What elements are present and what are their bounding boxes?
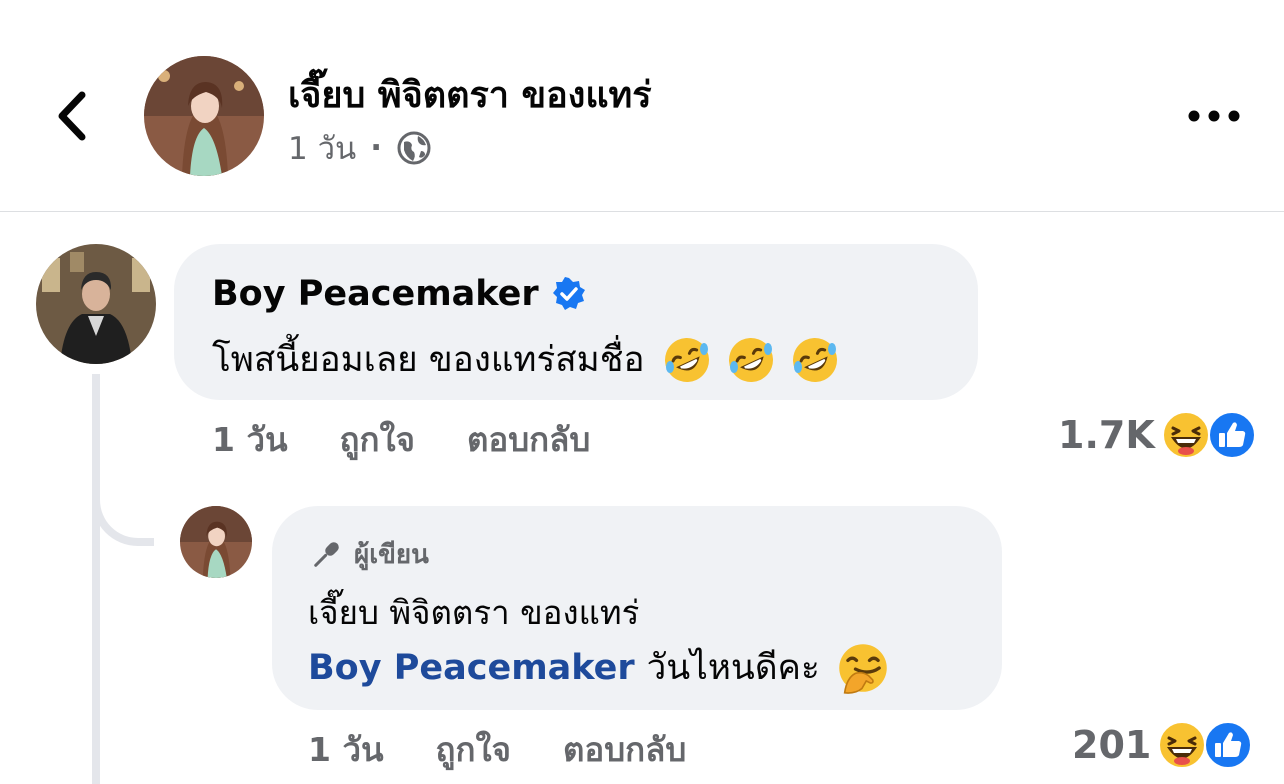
reply-like-button[interactable]: ถูกใจ	[436, 723, 511, 776]
reaction-summary[interactable]: 1.7K	[1058, 410, 1257, 460]
like-reaction-icon	[1207, 411, 1256, 459]
post-author-name[interactable]: เจี๊ยบ พิจิตตรา ของแทร่	[288, 66, 652, 123]
reply-text-content: วันไหนดีคะ	[646, 648, 820, 688]
rofl-emoji-icon	[665, 337, 710, 382]
mention-link[interactable]: Boy Peacemaker	[308, 648, 635, 688]
more-options-button[interactable]	[1182, 96, 1246, 136]
like-button[interactable]: ถูกใจ	[340, 413, 415, 466]
reply-actions: 1 วัน ถูกใจ ตอบกลับ	[308, 724, 738, 774]
comment-actions: 1 วัน ถูกใจ ตอบกลับ	[212, 414, 642, 464]
reaction-count: 1.7K	[1058, 413, 1155, 457]
like-reaction-icon	[1204, 721, 1253, 769]
back-button[interactable]	[46, 86, 96, 146]
comment-bubble[interactable]: Boy Peacemaker โพสนี้ยอมเลย ของแทร่สมชื่…	[174, 244, 978, 400]
reply-bubble[interactable]: ผู้เขียน เจี๊ยบ พิจิตตรา ของแทร่ Boy Pea…	[272, 506, 1002, 710]
microphone-icon	[314, 541, 339, 567]
meta-separator: ·	[370, 130, 382, 166]
post-meta: 1 วัน ·	[288, 126, 432, 170]
commenter-name-text[interactable]: Boy Peacemaker	[212, 274, 539, 314]
commenter-name: Boy Peacemaker	[212, 274, 587, 314]
haha-reaction-icon	[1158, 721, 1207, 769]
thread-line	[92, 374, 100, 784]
comment-text: โพสนี้ยอมเลย ของแทร่สมชื่อ	[212, 332, 840, 387]
reply-time: 1 วัน	[308, 729, 384, 769]
verified-badge-icon	[552, 277, 585, 310]
reply-reaction-count: 201	[1072, 723, 1152, 767]
rofl-emoji-icon	[729, 337, 774, 382]
more-icon	[1188, 110, 1240, 122]
comment-time: 1 วัน	[212, 419, 288, 459]
post-header: เจี๊ยบ พิจิตตรา ของแทร่ 1 วัน ·	[0, 0, 1284, 212]
commenter-avatar[interactable]	[36, 244, 156, 364]
comment-text-content: โพสนี้ยอมเลย ของแทร่สมชื่อ	[212, 340, 645, 380]
haha-reaction-icon	[1161, 411, 1210, 459]
author-badge-label: ผู้เขียน	[354, 540, 429, 570]
reply-reaction-summary[interactable]: 201	[1072, 720, 1253, 770]
reply-author-avatar[interactable]	[180, 506, 252, 578]
rofl-emoji-icon	[793, 337, 838, 382]
post-author-avatar[interactable]	[144, 56, 264, 176]
chevron-left-icon	[58, 91, 86, 141]
thread-connector	[92, 466, 154, 546]
author-badge: ผู้เขียน	[308, 534, 429, 575]
reply-reply-button[interactable]: ตอบกลับ	[563, 723, 686, 776]
hand-over-mouth-emoji-icon	[839, 643, 887, 694]
globe-icon	[397, 131, 431, 165]
post-time: 1 วัน	[288, 131, 357, 167]
reply-button[interactable]: ตอบกลับ	[467, 413, 590, 466]
reply-text: Boy Peacemaker วันไหนดีคะ	[308, 640, 890, 695]
reply-author-name[interactable]: เจี๊ยบ พิจิตตรา ของแทร่	[308, 586, 639, 639]
